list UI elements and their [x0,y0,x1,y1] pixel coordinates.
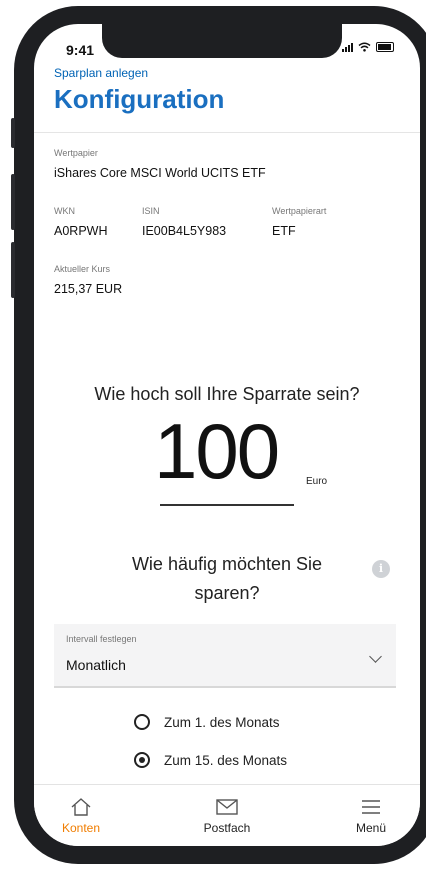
status-time: 9:41 [66,42,95,58]
security-name-label: Wertpapier [54,148,98,158]
header-divider [34,132,420,133]
interval-dropdown-label: Intervall festlegen [66,634,137,644]
breadcrumb[interactable]: Sparplan anlegen [54,66,148,80]
radio-button[interactable] [134,714,150,730]
frequency-question-line1: Wie häufig möchten Sie [131,554,323,574]
security-type-value: ETF [272,224,296,238]
phone-side-button [11,242,15,298]
price-value: 215,37 EUR [54,282,123,296]
radio-option-1st[interactable]: Zum 1. des Monats [134,714,280,730]
radio-option-15th[interactable]: Zum 15. des Monats [134,752,287,768]
isin-label: ISIN [142,206,160,216]
chevron-down-icon [369,650,382,663]
security-name: iShares Core MSCI World UCITS ETF [54,166,266,180]
rate-question: Wie hoch soll Ihre Sparrate sein? [94,384,360,404]
security-type-label: Wertpapierart [272,206,327,216]
phone-side-button [11,118,15,148]
info-icon[interactable]: i [372,560,390,578]
currency-label: Euro [306,476,328,487]
tab-konten[interactable]: Konten [36,785,126,835]
interval-dropdown[interactable]: Intervall festlegen Monatlich [54,624,396,688]
app-screen: 9:41 Sparplan anlegen Konfiguration Wert… [34,24,420,846]
isin-value: IE00B4L5Y983 [142,224,227,238]
mail-icon [216,799,238,815]
radio-button-selected[interactable] [134,752,150,768]
signal-icon [342,42,353,52]
page-title: Konfiguration [54,84,225,114]
radio-label: Zum 1. des Monats [164,714,280,730]
interval-dropdown-value: Monatlich [66,657,126,673]
notch [102,24,342,58]
status-icons [342,42,394,52]
amount-underline [160,504,294,506]
wkn-label: WKN [54,206,75,216]
radio-label: Zum 15. des Monats [164,752,288,768]
menu-icon [362,800,380,814]
rate-amount-input[interactable]: 100 [154,412,280,490]
wkn-value: A0RPWH [54,224,108,238]
wifi-icon [358,42,371,52]
tab-menu[interactable]: Menü [326,785,416,835]
tab-label: Postfach [203,821,251,835]
phone-side-button [11,174,15,230]
tab-label: Menü [355,821,387,835]
home-icon [71,798,91,816]
tab-label: Konten [61,821,101,835]
bottom-tab-bar: Konten Postfach Menü [34,784,420,846]
battery-icon [376,42,394,52]
price-label: Aktueller Kurs [54,264,111,274]
frequency-question: Wie häufig möchten Sie sparen? [34,554,420,604]
tab-postfach[interactable]: Postfach [182,785,272,835]
frequency-question-line2: sparen? [194,583,260,603]
